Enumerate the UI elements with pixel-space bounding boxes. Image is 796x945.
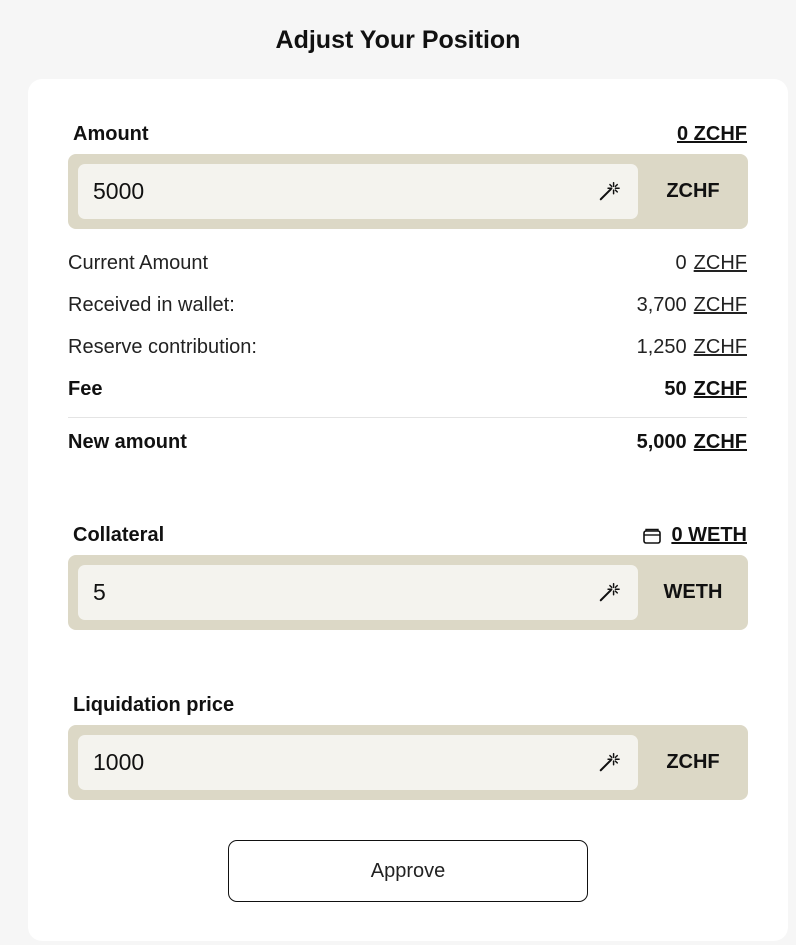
collateral-unit-label: WETH [663, 581, 723, 603]
collateral-input-group: WETH [68, 555, 748, 630]
current-amount-row: Current Amount 0 ZCHF [68, 252, 747, 275]
new-amount-value: 5,000 [636, 431, 687, 453]
amount-header: Amount 0 ZCHF [73, 123, 747, 146]
reserve-unit-link[interactable]: ZCHF [694, 336, 747, 359]
magic-wand-icon[interactable] [598, 581, 620, 603]
liquidation-header: Liquidation price [73, 694, 747, 717]
amount-input-wrapper [78, 164, 638, 219]
amount-input[interactable] [93, 164, 583, 219]
liquidation-unit-label: ZCHF [666, 751, 720, 773]
fee-unit-link[interactable]: ZCHF [694, 378, 747, 401]
page-title: Adjust Your Position [275, 26, 521, 54]
details-divider [68, 417, 747, 418]
position-card: Amount 0 ZCHF ZCHF Current Amount 0ZCHF … [28, 79, 788, 941]
collateral-balance-value[interactable]: 0 WETH [671, 524, 747, 547]
reserve-value: 1,250 [636, 336, 687, 358]
approve-button[interactable]: Approve [228, 840, 588, 902]
new-amount-unit-link[interactable]: ZCHF [694, 431, 747, 454]
amount-balance-value[interactable]: 0 ZCHF [677, 123, 747, 146]
received-label: Received in wallet: [68, 294, 235, 316]
amount-balance-link[interactable]: 0 ZCHF [677, 123, 747, 146]
collateral-label: Collateral [73, 524, 165, 546]
amount-label: Amount [73, 123, 149, 145]
reserve-row: Reserve contribution: 1,250 ZCHF [68, 336, 747, 359]
collateral-header: Collateral 0 WETH [73, 524, 747, 547]
magic-wand-icon[interactable] [598, 180, 620, 202]
liquidation-input-group: ZCHF [68, 725, 748, 800]
collateral-balance-link[interactable]: 0 WETH [643, 524, 747, 547]
reserve-label: Reserve contribution: [68, 336, 257, 358]
collateral-input[interactable] [93, 565, 583, 620]
magic-wand-icon[interactable] [598, 751, 620, 773]
received-row: Received in wallet: 3,700 ZCHF [68, 294, 747, 317]
liquidation-label: Liquidation price [73, 694, 235, 716]
received-value: 3,700 [636, 294, 687, 316]
new-amount-row: New amount 5,000 ZCHF [68, 431, 747, 454]
current-amount-value: 0 [675, 252, 687, 274]
new-amount-label: New amount [68, 431, 187, 453]
amount-unit-label: ZCHF [666, 180, 720, 202]
liquidation-input-wrapper [78, 735, 638, 790]
fee-row: Fee 50 ZCHF [68, 378, 747, 401]
received-unit-link[interactable]: ZCHF [694, 294, 747, 317]
fee-value: 50 [664, 378, 687, 400]
wallet-icon[interactable] [643, 528, 662, 544]
current-amount-unit-link[interactable]: ZCHF [694, 252, 747, 275]
fee-label: Fee [68, 378, 103, 400]
liquidation-price-input[interactable] [93, 735, 583, 790]
collateral-input-wrapper [78, 565, 638, 620]
amount-input-group: ZCHF [68, 154, 748, 229]
current-amount-label: Current Amount [68, 252, 209, 274]
